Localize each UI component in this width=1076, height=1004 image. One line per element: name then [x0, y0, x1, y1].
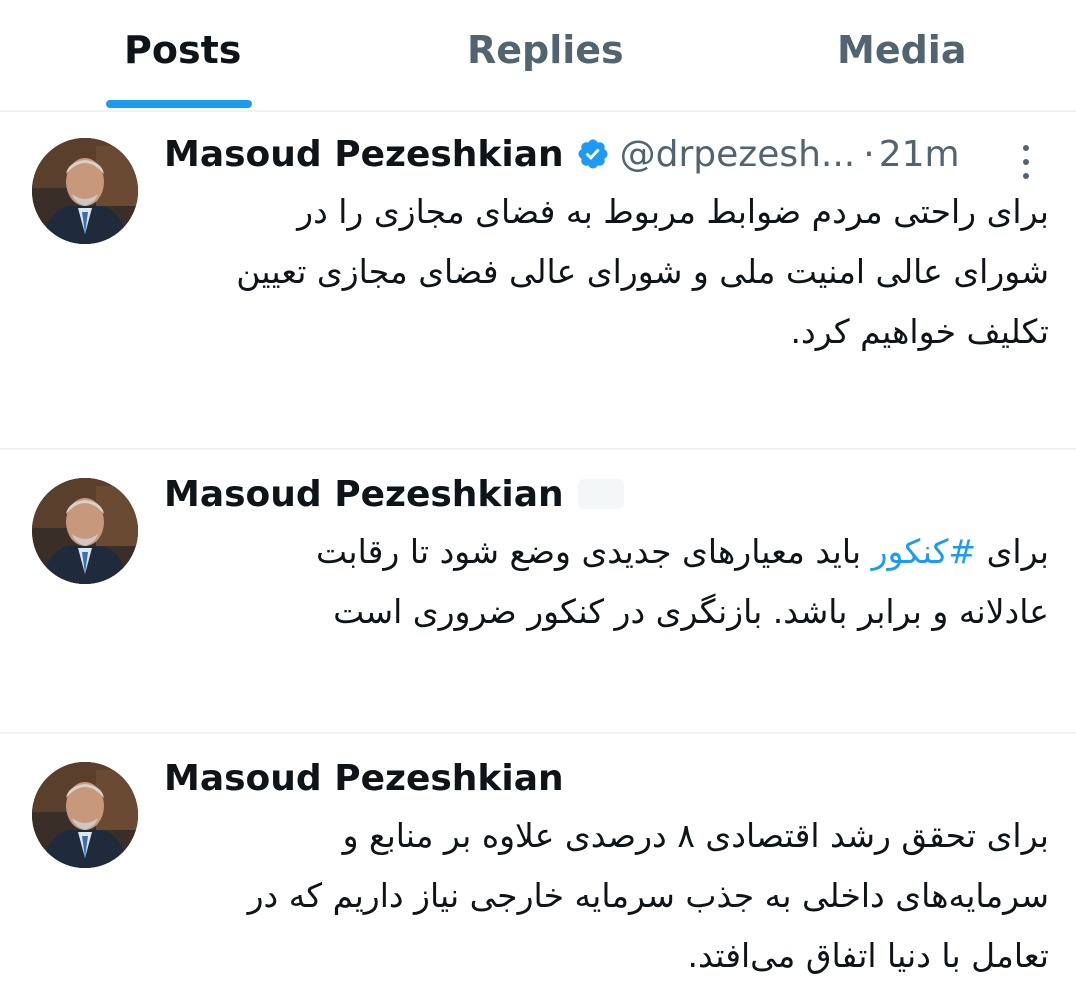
tweet-text-line: شورای عالی امنیت ملی و شورای عالی فضای م…	[236, 252, 1049, 291]
redacted-metadata	[577, 479, 624, 509]
tweet-text: برای راحتی مردم ضوابط مربوط به فضای مجاز…	[164, 182, 1049, 362]
tweet-text-line: عادلانه و برابر باشد. بازنگری در کنکور ض…	[333, 592, 1049, 631]
separator-dot: ·	[863, 133, 875, 175]
tweet[interactable]: Masoud Pezeshkian @drpezesh... · 21m برا…	[0, 110, 1076, 450]
tweet-header: Masoud Pezeshkian @drpezesh... · 21m	[164, 132, 960, 176]
tweet-text-line: سرمایه‌های داخلی به جذب سرمایه خارجی نیا…	[247, 876, 1049, 915]
avatar-image	[32, 762, 138, 868]
tweet-header: Masoud Pezeshkian	[164, 756, 564, 800]
avatar-image	[32, 138, 138, 244]
tweet-header: Masoud Pezeshkian	[164, 472, 624, 516]
text-fragment: باید معیارهای جدیدی وضع شود تا رقابت	[316, 532, 872, 571]
avatar[interactable]	[32, 762, 138, 868]
tweet[interactable]: Masoud Pezeshkian برای تحقق رشد اقتصادی …	[0, 734, 1076, 1004]
text-fragment: برای	[976, 532, 1049, 571]
author-handle[interactable]: @drpezesh...	[620, 134, 856, 175]
tweet-text-line: تکلیف خواهیم کرد.	[790, 312, 1049, 351]
active-tab-indicator	[106, 100, 252, 108]
author-name[interactable]: Masoud Pezeshkian	[164, 758, 564, 799]
tab-media[interactable]: Media	[837, 28, 966, 72]
tweet-text-line: برای تحقق رشد اقتصادی ۸ درصدی علاوه بر م…	[342, 816, 1049, 855]
avatar[interactable]	[32, 478, 138, 584]
tweet-text-line: برای #کنکور باید معیارهای جدیدی وضع شود …	[164, 522, 1049, 582]
tweet-text-line: برای راحتی مردم ضوابط مربوط به فضای مجاز…	[297, 192, 1049, 231]
tweet[interactable]: Masoud Pezeshkian برای #کنکور باید معیار…	[0, 450, 1076, 734]
hashtag-link[interactable]: #کنکور	[872, 532, 977, 571]
profile-tabs: Posts Replies Media	[0, 0, 1076, 112]
tweet-text-line: تعامل با دنیا اتفاق می‌افتد.	[687, 936, 1049, 975]
tweet-text: برای #کنکور باید معیارهای جدیدی وضع شود …	[164, 522, 1049, 642]
author-name[interactable]: Masoud Pezeshkian	[164, 134, 564, 175]
verified-badge-icon	[578, 139, 608, 169]
avatar[interactable]	[32, 138, 138, 244]
tab-posts[interactable]: Posts	[124, 28, 241, 72]
tweet-text: برای تحقق رشد اقتصادی ۸ درصدی علاوه بر م…	[164, 806, 1049, 986]
avatar-image	[32, 478, 138, 584]
more-options-icon[interactable]	[1014, 140, 1038, 184]
timestamp[interactable]: 21m	[879, 134, 960, 175]
tab-replies[interactable]: Replies	[467, 28, 624, 72]
author-name[interactable]: Masoud Pezeshkian	[164, 474, 564, 515]
